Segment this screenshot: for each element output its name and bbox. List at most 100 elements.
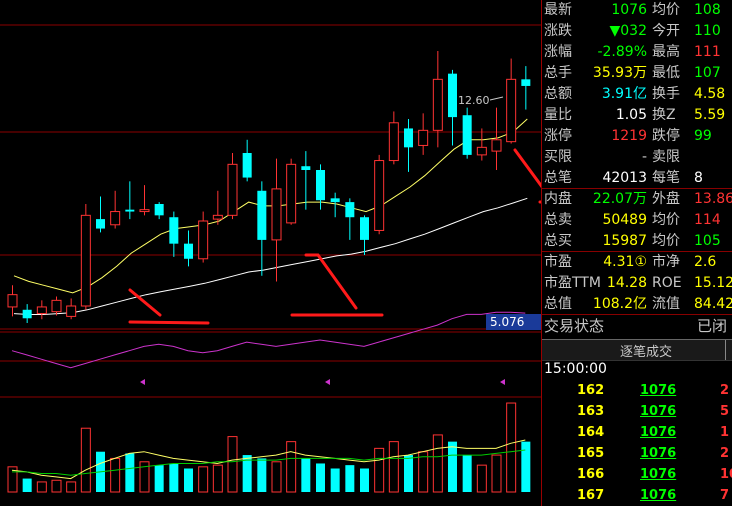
- quote-label: 卖限: [652, 149, 680, 165]
- quote-label: 市盈TTM: [544, 275, 601, 291]
- quote-value: 13.86万: [694, 191, 732, 207]
- candle-body-down: [169, 217, 179, 244]
- quote-label: 总买: [544, 233, 572, 249]
- candle-body-down: [22, 309, 32, 319]
- tick-header[interactable]: 逐笔成交: [542, 339, 732, 361]
- candle-body-down: [462, 115, 472, 155]
- trade-status-row: 交易状态 已闭市: [542, 315, 732, 357]
- quote-label: 涨幅: [544, 44, 572, 60]
- quote-value: 4.31①: [603, 254, 647, 270]
- quote-row: 涨跌 ▼032 今开 110: [542, 21, 732, 42]
- quote-label: 涨跌: [544, 23, 572, 39]
- quote-value: -2.89%: [597, 44, 647, 60]
- tick-row: 164 1076 1: [542, 422, 732, 443]
- quote-divider: [542, 251, 732, 252]
- volume-bar-down: [448, 441, 457, 492]
- tick-row: 166 1076 10: [542, 464, 732, 485]
- tick-id: 165: [577, 446, 605, 461]
- volume-bar-up: [227, 436, 238, 493]
- quote-value: 2.6: [694, 254, 717, 270]
- candle-body-down: [316, 170, 325, 201]
- quote-label: 最新: [544, 2, 572, 18]
- quote-label: 总值: [544, 296, 572, 312]
- candle-body-down: [96, 219, 105, 229]
- candle-body-up: [198, 220, 209, 260]
- volume-bar-up: [374, 447, 385, 493]
- volume-bar-up: [66, 481, 77, 493]
- candle-body-up: [66, 305, 77, 317]
- volume-bar-up: [418, 451, 429, 493]
- quote-value: 1.05: [615, 107, 647, 123]
- quote-row: 总额 3.91亿 换手 4.58: [542, 84, 732, 105]
- price-tag-text: 5.076: [490, 315, 524, 329]
- quote-value: 22.07万: [592, 191, 647, 207]
- quote-row: 内盘 22.07万外盘 13.86万: [542, 189, 732, 210]
- quote-label: 流值: [652, 296, 680, 312]
- quote-value: 108.2亿: [592, 296, 647, 312]
- quote-label: 外盘: [652, 191, 680, 207]
- volume-bar-down: [330, 468, 340, 492]
- quote-value: ▼032: [609, 23, 648, 39]
- volume-bar-down: [316, 463, 325, 492]
- quote-row: 市盈TTM 14.28 ROE 15.120: [542, 273, 732, 294]
- candle-body-down: [184, 243, 193, 259]
- quote-label: 涨停: [544, 128, 572, 144]
- candle-body-up: [80, 214, 91, 307]
- quote-label: 每笔: [652, 170, 680, 186]
- tick-price: 1076: [640, 425, 677, 440]
- volume-bar-up: [432, 434, 443, 493]
- quote-row: 总值 108.2亿流值 84.42亿: [542, 294, 732, 315]
- quote-label: 换手: [652, 86, 680, 102]
- quote-label: 总额: [544, 86, 572, 102]
- tick-volume: 2: [720, 446, 730, 461]
- tick-id: 163: [577, 404, 605, 419]
- tick-id: 164: [577, 425, 605, 440]
- quote-value: 99: [694, 128, 712, 144]
- candle-body-up: [36, 306, 47, 315]
- tick-volume: 5: [720, 404, 730, 419]
- quote-value: 3.91亿: [601, 86, 647, 102]
- volume-bar-up: [506, 402, 517, 493]
- volume-bar-up: [198, 466, 209, 493]
- volume-bar-up: [36, 481, 47, 493]
- quote-label: 总卖: [544, 212, 572, 228]
- volume-bar-up: [491, 454, 502, 493]
- volume-bar-down: [184, 468, 193, 492]
- quote-value: 35.93万: [592, 65, 647, 81]
- candle-body-down: [404, 128, 413, 148]
- volume-bar-down: [345, 465, 355, 492]
- volume-bar-down: [169, 463, 179, 492]
- quote-value: 108: [694, 2, 721, 18]
- candle-body-down: [521, 79, 531, 86]
- candle-body-up: [7, 294, 18, 308]
- candle-body-up: [271, 188, 282, 241]
- tick-volume: 7: [720, 488, 730, 503]
- quote-value: 14.28: [606, 275, 647, 291]
- quote-row: 涨幅 -2.89% 最高 111: [542, 42, 732, 63]
- tick-row: 163 1076 5: [542, 401, 732, 422]
- tick-volume: 2: [720, 383, 730, 398]
- quote-label: ROE: [652, 275, 682, 291]
- quote-value: -: [641, 149, 647, 165]
- volume-bar-down: [360, 468, 369, 492]
- tick-time-row: 15:00:00: [542, 359, 732, 380]
- candle-body-down: [301, 166, 311, 170]
- kline-chart[interactable]: 5.076 12.60: [0, 0, 542, 506]
- tick-header-title: 逐笔成交: [620, 345, 673, 360]
- tick-time: 15:00:00: [544, 361, 607, 377]
- volume-bar-down: [301, 458, 311, 492]
- candle-body-up: [227, 163, 238, 216]
- tick-id: 166: [577, 467, 605, 482]
- candle-body-down: [448, 73, 457, 118]
- quote-label: 跌停: [652, 128, 680, 144]
- high-price-label: 12.60: [458, 94, 490, 107]
- volume-bar-down: [257, 458, 267, 492]
- quote-label: 买限: [544, 149, 572, 165]
- quote-row: 市盈 4.31① 市净 2.6: [542, 252, 732, 273]
- tick-price: 1076: [640, 404, 677, 419]
- volume-bar-down: [22, 478, 32, 492]
- quote-label: 最高: [652, 44, 680, 60]
- quote-row: 量比 1.05 换Z 5.59: [542, 105, 732, 126]
- quote-row: 最新 1076 均价 108: [542, 0, 732, 21]
- quote-label: 内盘: [544, 191, 572, 207]
